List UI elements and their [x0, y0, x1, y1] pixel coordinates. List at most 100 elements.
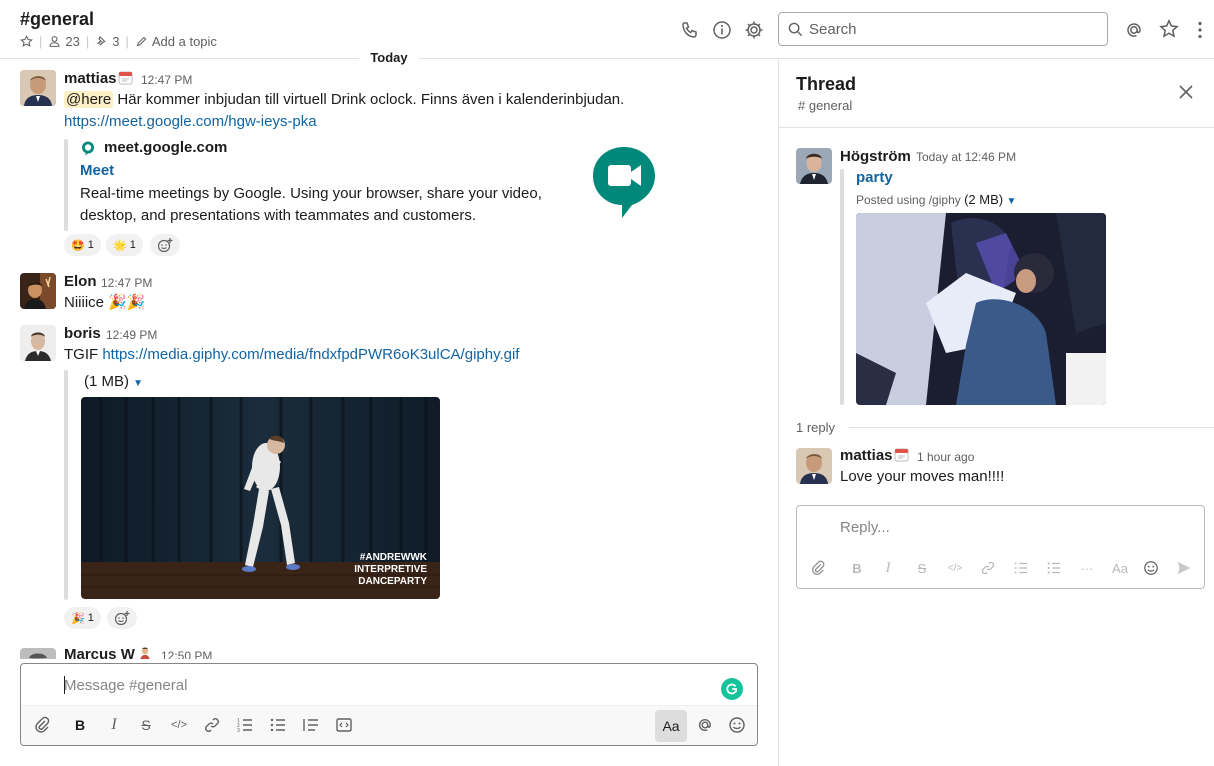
text-cursor — [64, 676, 65, 694]
bold-icon[interactable]: B — [71, 716, 89, 734]
reaction-pill[interactable]: 🌟 1 — [106, 234, 143, 256]
search-input[interactable] — [809, 13, 1099, 45]
mentions-icon[interactable] — [1124, 20, 1144, 40]
more-horizontal-icon[interactable]: ··· — [1079, 560, 1095, 576]
attachment-bar — [64, 139, 68, 231]
gif-caption: DANCEPARTY — [358, 576, 427, 587]
gif-caption: INTERPRETIVE — [354, 564, 427, 575]
bold-icon[interactable]: B — [849, 560, 865, 576]
reply-composer[interactable]: B I S </> ··· Aa — [796, 505, 1205, 589]
emoji-icon[interactable] — [728, 716, 746, 734]
add-reaction-button[interactable] — [150, 234, 180, 256]
avatar[interactable] — [20, 273, 56, 309]
meta-separator: | — [39, 34, 43, 49]
link-icon[interactable] — [203, 716, 221, 734]
reaction-pill[interactable]: 🎉 1 — [64, 607, 101, 629]
message-author[interactable]: boris — [64, 325, 101, 342]
message-timestamp[interactable]: 12:47 PM — [141, 73, 192, 87]
emoji-icon[interactable] — [1143, 560, 1159, 576]
ordered-list-icon[interactable] — [1013, 560, 1029, 576]
avatar[interactable] — [20, 648, 56, 659]
grammarly-glyph — [726, 683, 737, 695]
gif-image[interactable]: #ANDREWWK INTERPRETIVE DANCEPARTY — [81, 397, 440, 599]
gif-size[interactable]: (2 MB) — [964, 192, 1003, 207]
reaction-count: 1 — [87, 239, 94, 251]
star-icon[interactable] — [20, 35, 33, 48]
here-mention[interactable]: @here — [64, 91, 114, 108]
message-composer[interactable]: B I S </> 123 Aa — [20, 663, 758, 746]
message-timestamp[interactable]: 12:50 PM — [161, 649, 212, 659]
gear-icon[interactable] — [744, 20, 764, 40]
pins-button[interactable]: 3 — [95, 34, 119, 49]
thread-header: Thread # general — [779, 59, 1214, 128]
link-icon[interactable] — [980, 560, 996, 576]
message-text: TGIF — [64, 346, 103, 363]
date-divider-label[interactable]: Today — [359, 49, 419, 67]
phone-icon[interactable] — [680, 20, 700, 40]
code-icon[interactable]: </> — [170, 716, 188, 734]
message-timestamp[interactable]: 12:47 PM — [101, 276, 152, 290]
reaction-pill[interactable]: 🤩 1 — [64, 234, 101, 256]
message-timestamp[interactable]: 1 hour ago — [917, 450, 974, 464]
attach-icon[interactable] — [810, 560, 826, 576]
message-author[interactable]: Marcus W — [64, 646, 135, 659]
quote-icon[interactable] — [302, 716, 320, 734]
message-input[interactable] — [64, 674, 664, 696]
code-block-icon[interactable] — [335, 716, 353, 734]
google-meet-logo-icon[interactable] — [592, 145, 656, 219]
code-icon[interactable]: </> — [947, 560, 963, 576]
star-icon[interactable] — [1159, 19, 1179, 39]
add-reaction-button[interactable] — [107, 607, 137, 629]
search-icon — [788, 22, 803, 37]
italic-icon[interactable]: I — [105, 716, 123, 734]
add-emoji-icon — [114, 611, 130, 626]
close-icon[interactable] — [1177, 83, 1195, 101]
thread-channel-link[interactable]: # general — [798, 98, 852, 113]
info-icon[interactable] — [712, 20, 732, 40]
unfurl-site[interactable]: meet.google.com — [104, 139, 227, 156]
bullet-list-icon[interactable] — [269, 716, 287, 734]
giphy-title-link[interactable]: party — [856, 169, 893, 186]
strikethrough-icon[interactable]: S — [137, 716, 155, 734]
unfurl-title[interactable]: Meet — [80, 162, 114, 179]
message-author[interactable]: Elon — [64, 273, 97, 290]
mention-icon[interactable] — [696, 716, 714, 734]
channel-title[interactable]: #general — [20, 9, 94, 30]
send-icon[interactable] — [1176, 560, 1192, 576]
avatar[interactable] — [20, 70, 56, 106]
attach-icon[interactable] — [33, 716, 51, 734]
message-link[interactable]: https://meet.google.com/hgw-ieys-pka — [64, 111, 317, 133]
message-timestamp[interactable]: Today at 12:46 PM — [916, 150, 1016, 164]
caret-down-icon[interactable]: ▼ — [1006, 196, 1016, 207]
strikethrough-icon[interactable]: S — [914, 560, 930, 576]
gif-image[interactable] — [856, 213, 1106, 405]
ordered-list-icon[interactable]: 123 — [236, 716, 254, 734]
giphy-link[interactable]: https://media.giphy.com/media/fndxfpdPWR… — [102, 346, 519, 363]
avatar-photo — [20, 648, 56, 659]
message-author[interactable]: mattias — [840, 447, 893, 464]
search-box[interactable] — [778, 12, 1108, 46]
formatting-toggle-button[interactable]: Aa — [1110, 560, 1130, 576]
message-author[interactable]: Högström — [840, 148, 911, 165]
meet-link[interactable]: https://meet.google.com/hgw-ieys-pka — [64, 113, 317, 130]
message-author[interactable]: mattias — [64, 70, 117, 87]
members-button[interactable]: 23 — [48, 34, 80, 49]
calendar-status-icon — [894, 448, 909, 462]
avatar-photo — [20, 70, 56, 106]
add-topic-button[interactable]: Add a topic — [135, 34, 217, 49]
avatar[interactable] — [20, 325, 56, 361]
grammarly-icon[interactable] — [721, 678, 743, 700]
message-timestamp[interactable]: 12:49 PM — [106, 328, 157, 342]
party-gif-frame — [856, 213, 1106, 405]
bullet-list-icon[interactable] — [1046, 560, 1062, 576]
italic-icon[interactable]: I — [880, 560, 896, 576]
reply-input[interactable] — [840, 516, 1140, 538]
gif-size[interactable]: (1 MB) ▼ — [84, 373, 143, 390]
formatting-toggle-button[interactable]: Aa — [655, 710, 687, 742]
reply-count: 1 reply — [796, 420, 836, 435]
member-icon — [49, 36, 60, 47]
meet-favicon-icon — [82, 141, 94, 156]
avatar[interactable] — [796, 448, 832, 484]
more-vertical-icon[interactable] — [1190, 20, 1210, 40]
avatar[interactable] — [796, 148, 832, 184]
